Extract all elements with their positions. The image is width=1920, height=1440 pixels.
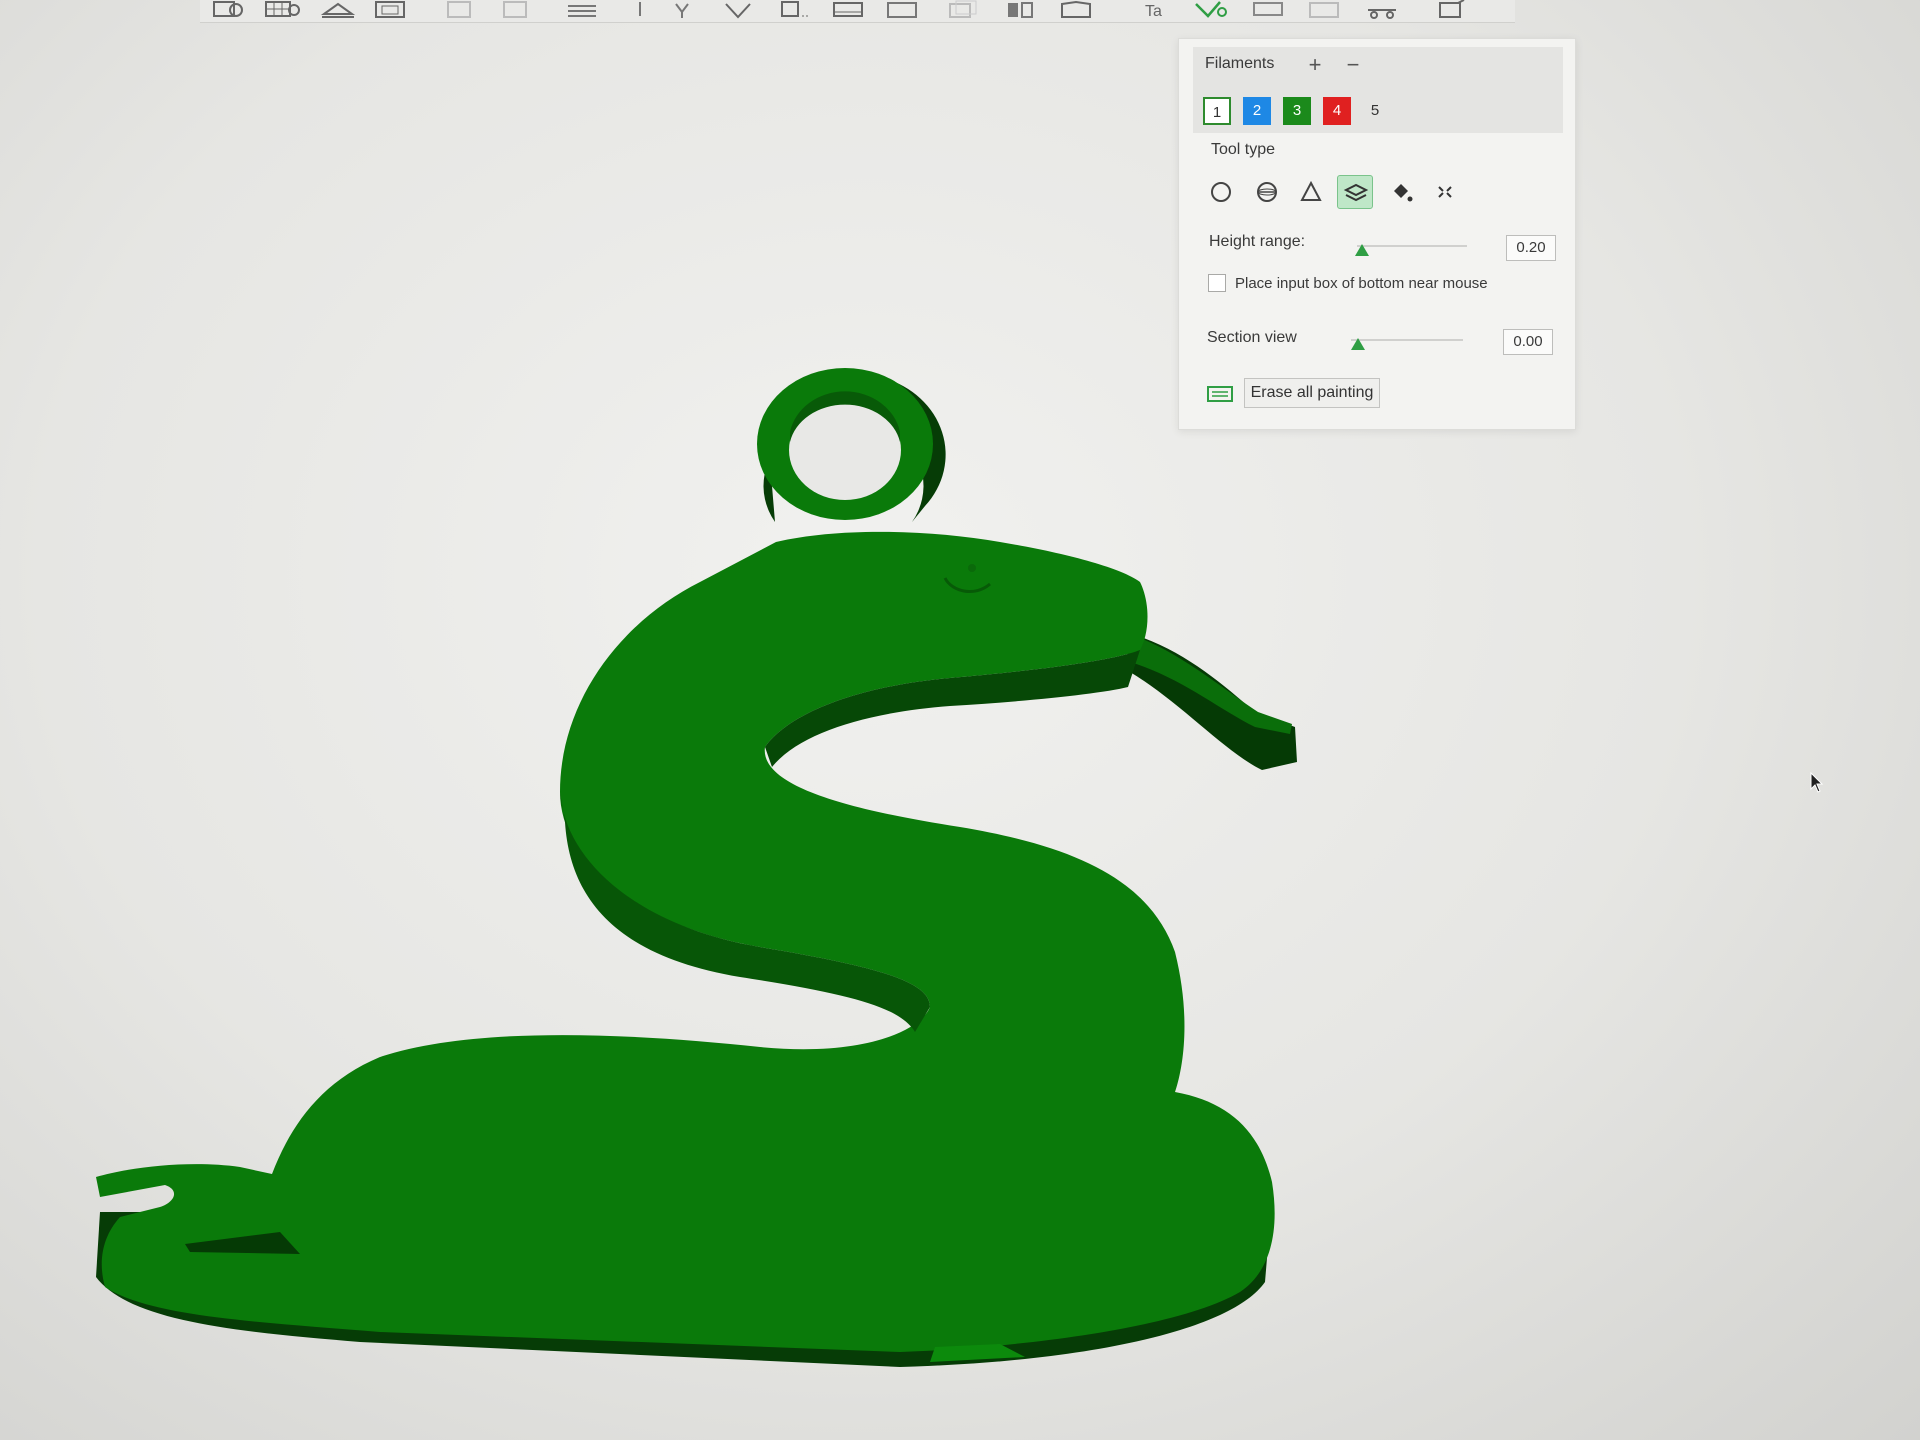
multi-plate-icon[interactable] [942,0,982,20]
circle-icon[interactable] [1203,175,1239,209]
place-input-checkbox[interactable] [1208,274,1226,292]
color-painting-panel: Filaments + − 1 2 3 4 5 Tool type Height… [1178,38,1576,430]
3d-viewport[interactable] [0,22,1920,1440]
sphere-icon[interactable] [1249,175,1285,209]
section-view-value[interactable]: 0.00 [1503,329,1553,355]
support-paint-icon[interactable] [662,0,702,20]
measure-icon[interactable] [774,0,814,20]
filaments-label: Filaments [1205,55,1275,72]
height-range-slider[interactable] [1357,245,1467,247]
rotate-icon[interactable] [496,0,536,20]
assembly-icon[interactable] [828,0,868,20]
erase-all-painting-button[interactable]: Erase all painting [1244,378,1380,408]
section-view-slider[interactable] [1351,339,1463,341]
filament-swatch-4[interactable]: 4 [1323,97,1351,125]
snake-model[interactable] [0,22,1920,1440]
mesh-boolean-icon[interactable] [1248,0,1288,20]
gap-fill-icon[interactable] [1427,175,1463,209]
keyboard-icon [1207,386,1233,402]
seam-paint-icon[interactable] [718,0,758,20]
cut-icon[interactable] [620,0,660,20]
triangle-icon[interactable] [1293,175,1329,209]
layout-icon[interactable] [370,0,410,20]
filament-swatch-3[interactable]: 3 [1283,97,1311,125]
height-range-slider-thumb[interactable] [1355,244,1369,256]
top-toolbar: Ta [200,0,1515,23]
height-range-value[interactable]: 0.20 [1506,235,1556,261]
move-icon[interactable] [440,0,480,20]
slice-plate-icon[interactable] [882,0,922,20]
filament-swatch-1[interactable]: 1 [1203,97,1231,125]
tool-type-label: Tool type [1211,141,1276,158]
section-view-label: Section view [1207,329,1297,346]
support-icon[interactable] [1362,0,1402,20]
text-icon[interactable]: Ta [1135,0,1175,20]
split-parts-icon[interactable] [1056,0,1096,20]
arrange-icon[interactable] [262,0,302,20]
place-input-label: Place input box of bottom near mouse [1235,275,1488,292]
explode-icon[interactable] [1430,0,1470,20]
height-range-icon[interactable] [1337,175,1373,209]
split-objects-icon[interactable] [1000,0,1040,20]
color-paint-icon[interactable] [1190,0,1230,20]
section-view-slider-thumb[interactable] [1351,338,1365,350]
svg-text:Ta: Ta [1145,3,1162,20]
filaments-section: Filaments + − 1 2 3 4 5 [1193,47,1563,133]
fill-icon[interactable] [1383,175,1419,209]
scale-icon[interactable] [562,0,602,20]
orient-icon[interactable] [318,0,358,20]
add-plate-icon[interactable] [208,0,248,20]
mouse-cursor-icon [1810,772,1824,793]
minus-icon[interactable]: − [1343,54,1363,76]
emboss-icon[interactable] [1304,0,1344,20]
filament-swatch-2[interactable]: 2 [1243,97,1271,125]
plus-icon[interactable]: + [1305,54,1325,76]
filament-swatch-5[interactable]: 5 [1361,97,1389,125]
height-range-label: Height range: [1209,233,1306,250]
